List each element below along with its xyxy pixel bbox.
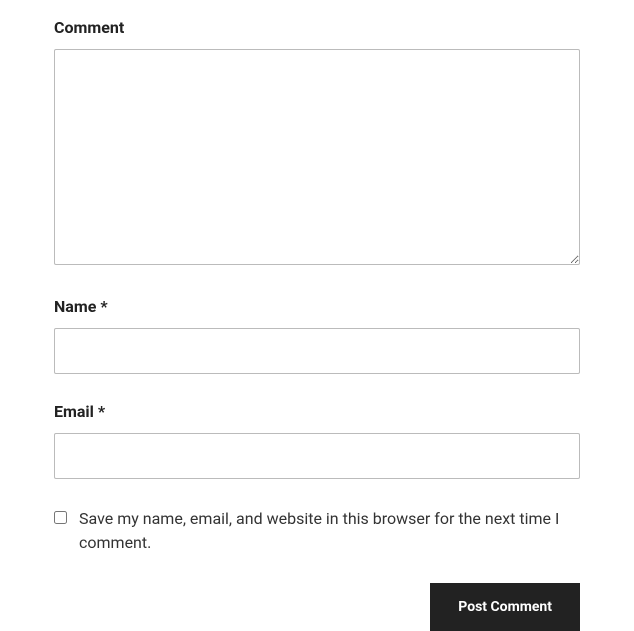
name-label-text: Name [54, 297, 100, 316]
submit-row: Post Comment [54, 583, 580, 631]
email-label-text: Email [54, 402, 98, 421]
name-label: Name * [54, 297, 580, 316]
name-field-group: Name * [54, 297, 580, 374]
save-info-label[interactable]: Save my name, email, and website in this… [79, 507, 580, 555]
email-input[interactable] [54, 433, 580, 479]
comment-form: Comment Name * Email * Save my name, ema… [54, 18, 580, 631]
save-info-row: Save my name, email, and website in this… [54, 507, 580, 555]
email-required-asterisk: * [98, 402, 105, 421]
comment-field-group: Comment [54, 18, 580, 269]
save-info-checkbox[interactable] [54, 511, 67, 524]
post-comment-button[interactable]: Post Comment [430, 583, 580, 631]
comment-textarea[interactable] [54, 49, 580, 265]
email-label: Email * [54, 402, 580, 421]
name-required-asterisk: * [100, 297, 107, 316]
comment-label: Comment [54, 18, 580, 37]
name-input[interactable] [54, 328, 580, 374]
email-field-group: Email * [54, 402, 580, 479]
